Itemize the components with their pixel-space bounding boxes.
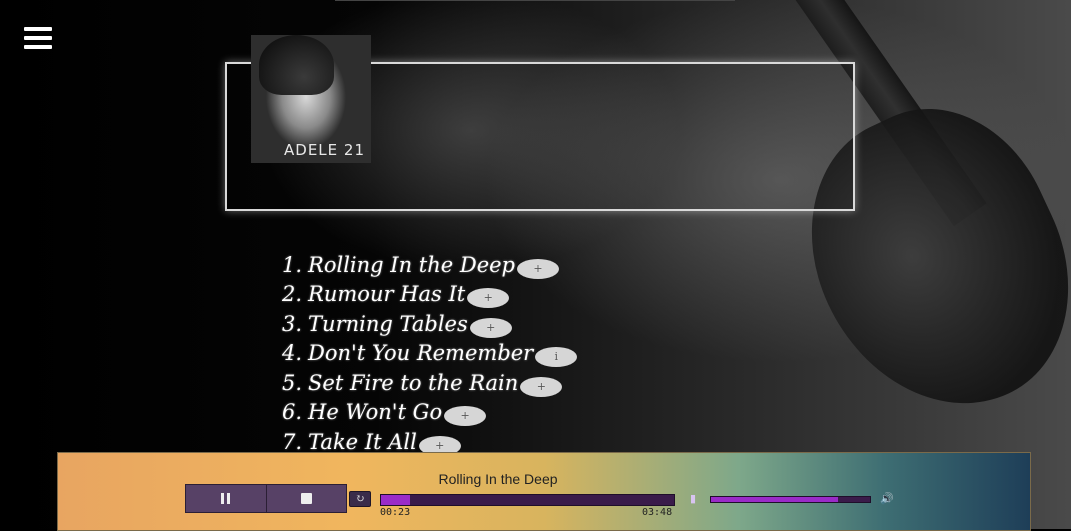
cover-art-figure [259, 35, 334, 95]
stop-button[interactable] [267, 485, 347, 512]
track-item[interactable]: 4. Don't You Remember i [282, 339, 578, 369]
track-item[interactable]: 2. Rumour Has It + [282, 280, 577, 310]
track-title: He Won't Go [308, 400, 443, 425]
track-number: 7. [282, 429, 303, 454]
track-number: 4. [282, 341, 303, 366]
top-divider [335, 0, 735, 1]
track-item[interactable]: 6. He Won't Go + [282, 398, 577, 428]
add-to-playlist-button[interactable]: + [469, 317, 512, 338]
seek-bar[interactable] [380, 494, 675, 506]
playback-controls [185, 484, 347, 513]
hamburger-menu-icon[interactable] [24, 27, 52, 51]
track-title: Don't You Remember [308, 341, 534, 366]
volume-slider[interactable] [710, 496, 871, 503]
track-info-button[interactable]: i [535, 347, 578, 368]
add-to-playlist-button[interactable]: + [444, 406, 487, 427]
audio-player-bar: Rolling In the Deep ↻ 00:23 03:48 ▮ 🔊 [57, 452, 1031, 531]
current-time: 00:23 [380, 507, 411, 518]
volume-slider-fill [711, 497, 839, 502]
stop-icon [300, 493, 312, 504]
volume-high-icon[interactable]: 🔊 [880, 492, 894, 505]
track-title: Rumour Has It [308, 282, 466, 307]
album-cover: ADELE 21 [251, 35, 371, 163]
seek-bar-fill [381, 495, 411, 505]
track-number: 6. [282, 400, 303, 425]
track-item[interactable]: 5. Set Fire to the Rain + [282, 368, 577, 398]
add-to-playlist-button[interactable]: + [467, 288, 510, 309]
total-time: 03:48 [642, 507, 673, 518]
track-title: Rolling In the Deep [308, 252, 515, 277]
add-to-playlist-button[interactable]: + [517, 258, 559, 279]
pause-icon [221, 493, 231, 504]
pause-button[interactable] [186, 485, 267, 512]
track-number: 2. [282, 282, 303, 307]
add-to-playlist-button[interactable]: + [520, 376, 563, 397]
track-item[interactable]: 1. Rolling In the Deep + [282, 250, 577, 280]
track-number: 3. [282, 311, 303, 336]
album-cover-title: ADELE 21 [284, 141, 365, 159]
track-list: 1. Rolling In the Deep + 2. Rumour Has I… [282, 250, 578, 457]
track-number: 5. [282, 370, 303, 395]
track-title: Set Fire to the Rain [308, 370, 519, 395]
track-item[interactable]: 3. Turning Tables + [282, 309, 577, 339]
track-title: Take It All [308, 429, 417, 454]
track-number: 1. [282, 252, 303, 277]
now-playing-title: Rolling In the Deep [438, 471, 558, 487]
track-title: Turning Tables [308, 311, 468, 336]
loop-icon[interactable]: ↻ [349, 491, 371, 507]
volume-low-icon[interactable]: ▮ [690, 492, 696, 505]
